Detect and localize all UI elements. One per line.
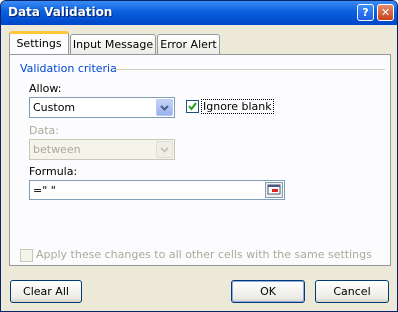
tab-strip: Settings Input Message Error Alert <box>9 31 391 55</box>
group-title: Validation criteria <box>20 62 117 75</box>
data-value: between <box>33 143 81 156</box>
chevron-down-icon <box>160 147 169 153</box>
ignore-blank-checkbox[interactable] <box>186 100 199 113</box>
formula-input[interactable]: =" " <box>29 180 285 200</box>
range-selector-button[interactable] <box>265 182 283 198</box>
collapse-dialog-icon <box>267 184 281 195</box>
ignore-blank-label[interactable]: Ignore blank <box>201 99 274 114</box>
data-dropdown-arrow[interactable] <box>156 141 173 158</box>
data-validation-dialog: Data Validation ? ✕ Settings Input Messa… <box>0 0 398 312</box>
apply-all-checkbox[interactable] <box>20 249 33 262</box>
settings-panel: Validation criteria Allow: Custom Ignore… <box>9 54 391 266</box>
group-divider <box>115 69 385 70</box>
checkmark-icon <box>188 102 197 111</box>
tab-error-alert[interactable]: Error Alert <box>157 34 220 54</box>
formula-value: =" " <box>33 184 56 197</box>
close-button[interactable]: ✕ <box>377 4 394 21</box>
data-label: Data: <box>29 124 59 137</box>
chevron-down-icon <box>160 105 169 111</box>
ok-button[interactable]: OK <box>231 280 305 303</box>
apply-all-label: Apply these changes to all other cells w… <box>36 248 372 261</box>
allow-label: Allow: <box>29 82 62 95</box>
tab-input-message[interactable]: Input Message <box>70 34 156 54</box>
allow-value: Custom <box>33 101 76 114</box>
data-dropdown[interactable]: between <box>29 139 175 160</box>
allow-dropdown-arrow[interactable] <box>156 99 173 116</box>
help-button[interactable]: ? <box>357 4 374 21</box>
cancel-button[interactable]: Cancel <box>315 280 389 303</box>
clear-all-button[interactable]: Clear All <box>10 280 82 303</box>
title-bar[interactable]: Data Validation ? ✕ <box>1 1 397 25</box>
tab-settings[interactable]: Settings <box>9 31 69 55</box>
window-title: Data Validation <box>8 5 113 19</box>
formula-label: Formula: <box>29 165 78 178</box>
allow-dropdown[interactable]: Custom <box>29 97 175 118</box>
